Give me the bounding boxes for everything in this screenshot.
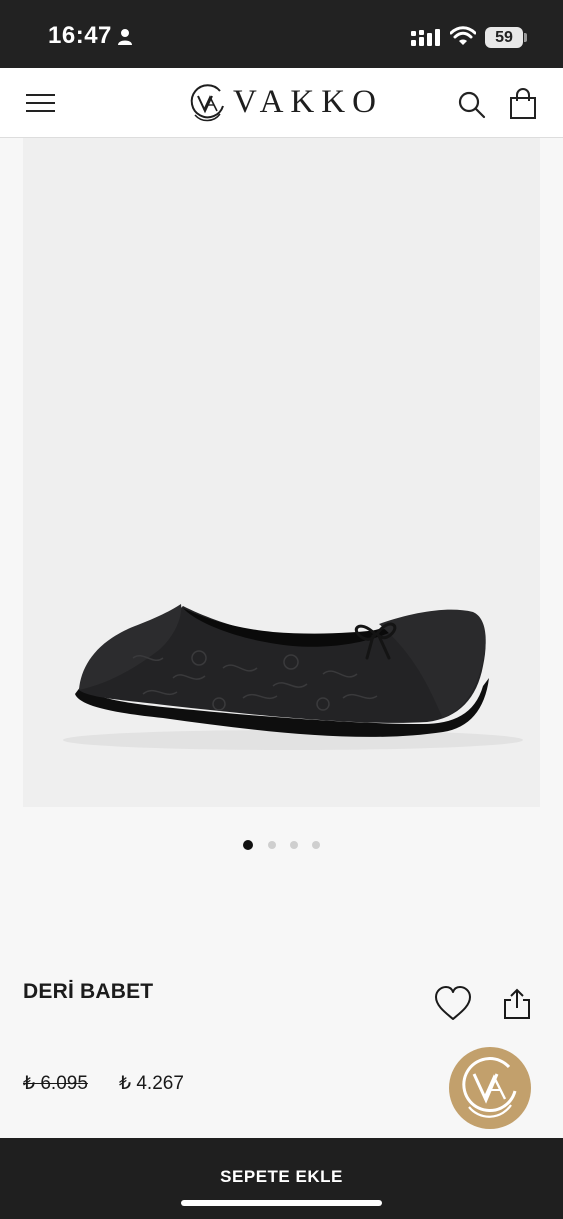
share-icon[interactable] — [502, 988, 532, 1020]
price-old: ₺ 6.095 — [23, 1073, 88, 1094]
brand-monogram-icon — [186, 82, 228, 129]
person-icon — [117, 28, 133, 51]
battery-tip — [524, 33, 527, 42]
carousel-dot-2[interactable] — [268, 841, 276, 849]
signal-icon — [411, 29, 441, 52]
search-icon[interactable] — [457, 90, 487, 120]
menu-icon[interactable] — [24, 90, 58, 116]
brand-monogram-icon — [462, 1057, 517, 1118]
price-new: ₺ 4.267 — [119, 1073, 184, 1094]
product-title: DERİ BABET — [23, 980, 154, 1003]
vakko-chat-badge[interactable] — [449, 1047, 531, 1129]
product-page: 16:47 59 VAKKO DERİ BABET ₺ 6.095 ₺ 4.26… — [0, 0, 563, 1219]
home-indicator[interactable] — [181, 1200, 382, 1206]
heart-icon[interactable] — [434, 986, 472, 1022]
carousel-dot-4[interactable] — [312, 841, 320, 849]
bottom-action-bar: SEPETE EKLE — [0, 1138, 563, 1219]
ballet-flat-shoe-image — [63, 604, 523, 750]
wifi-icon — [449, 26, 477, 51]
status-bar: 16:47 59 — [0, 0, 563, 68]
product-image[interactable] — [23, 138, 540, 807]
battery-icon: 59 — [485, 27, 523, 48]
brand-name: VAKKO — [233, 84, 383, 120]
carousel-dot-1[interactable] — [243, 840, 253, 850]
status-time: 16:47 — [48, 22, 112, 49]
header: VAKKO — [0, 68, 563, 138]
carousel-dot-3[interactable] — [290, 841, 298, 849]
add-to-cart-button[interactable]: SEPETE EKLE — [0, 1138, 563, 1219]
shopping-bag-icon[interactable] — [508, 88, 538, 120]
